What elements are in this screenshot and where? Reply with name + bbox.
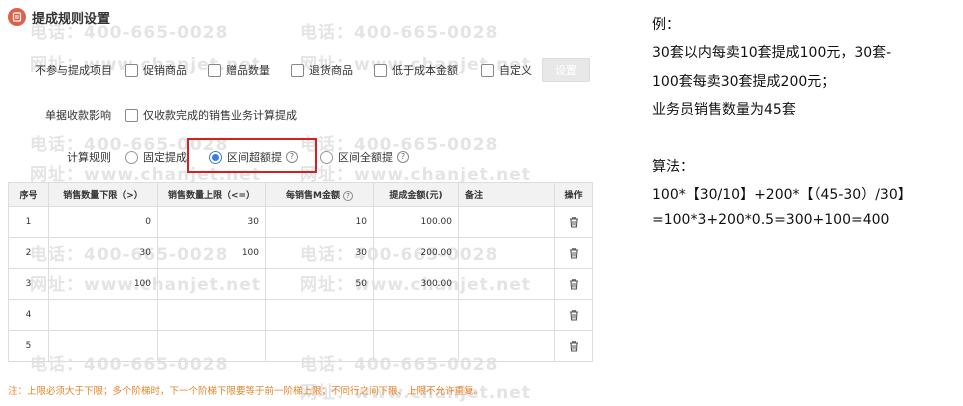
radio-fixed-commission[interactable]: 固定提成: [125, 149, 187, 165]
checkbox-label: 自定义: [499, 64, 532, 77]
cell-per-amount-input[interactable]: [265, 330, 374, 362]
cell-per-amount-input[interactable]: 50: [265, 268, 374, 300]
table-row: 3 100 50 300.00: [8, 268, 593, 300]
radio-button[interactable]: [125, 150, 138, 164]
example-panel: 例： 30套以内每卖10套提成100元，30套- 100套每卖30套提成200元…: [602, 0, 963, 406]
trash-icon[interactable]: [567, 339, 581, 353]
cell-remark-input[interactable]: [458, 299, 555, 331]
cell-remark-input[interactable]: [458, 206, 555, 238]
cell-upper-input[interactable]: [157, 268, 266, 300]
trash-icon[interactable]: [567, 277, 581, 291]
checkbox-label: 仅收款完成的销售业务计算提成: [143, 109, 297, 122]
col-header-lower: 销售数量下限（>）: [48, 182, 158, 207]
checkbox-box[interactable]: [125, 63, 138, 77]
cell-per-amount-input[interactable]: 10: [265, 206, 374, 238]
algorithm-heading: 算法：: [652, 159, 694, 175]
cell-seq: 1: [8, 206, 49, 238]
cell-seq: 3: [8, 268, 49, 300]
trash-icon[interactable]: [567, 246, 581, 260]
cell-upper-input[interactable]: [157, 299, 266, 331]
table-row: 2 30 100 30 200.00: [8, 237, 593, 269]
exclude-items-label: 不参与提成项目: [35, 64, 112, 77]
radio-label: 固定提成: [143, 151, 187, 164]
trash-icon[interactable]: [567, 308, 581, 322]
help-icon[interactable]: ?: [342, 190, 353, 201]
checkbox-label: 低于成本金额: [392, 64, 458, 77]
table-row: 1 0 30 10 100.00: [8, 206, 593, 238]
checkbox-promo-goods[interactable]: 促销商品: [125, 62, 187, 78]
cell-lower-input[interactable]: 30: [48, 237, 158, 269]
checkbox-collected-only[interactable]: 仅收款完成的销售业务计算提成: [125, 107, 297, 123]
table-row: 4: [8, 299, 593, 331]
settings-button[interactable]: 设置: [542, 58, 590, 82]
cell-commission-input[interactable]: 100.00: [373, 206, 459, 238]
calc-rule-label: 计算规则: [67, 151, 111, 164]
highlight-annotation-box: [187, 138, 317, 173]
cell-commission-input[interactable]: 300.00: [373, 268, 459, 300]
col-header-action: 操作: [554, 182, 593, 207]
checkbox-label: 促销商品: [143, 64, 187, 77]
cell-action: [554, 299, 593, 331]
cell-lower-input[interactable]: 100: [48, 268, 158, 300]
cell-per-amount-input[interactable]: 30: [265, 237, 374, 269]
checkbox-return-goods[interactable]: 退货商品: [291, 62, 353, 78]
cell-action: [554, 237, 593, 269]
col-header-commission: 提成金额(元): [373, 182, 459, 207]
cell-remark-input[interactable]: [458, 268, 555, 300]
cell-upper-input[interactable]: [157, 330, 266, 362]
example-heading: 例：: [652, 17, 680, 33]
cell-lower-input[interactable]: [48, 330, 158, 362]
trash-icon[interactable]: [567, 215, 581, 229]
commission-tier-table: 序号 销售数量下限（>） 销售数量上限（<=） 每销售M金额? 提成金额(元) …: [8, 182, 593, 362]
example-text: 30套以内每卖10套提成100元，30套-: [652, 45, 892, 61]
checkbox-below-cost[interactable]: 低于成本金额: [374, 62, 458, 78]
col-header-per-amount: 每销售M金额?: [265, 182, 374, 207]
commission-rules-panel: 提成规则设置 不参与提成项目 促销商品 赠品数量 退货商品 低于成本金额 自定义…: [0, 0, 602, 406]
example-text: 业务员销售数量为45套: [652, 102, 796, 118]
collection-impact-label: 单据收款影响: [45, 109, 111, 122]
cell-action: [554, 268, 593, 300]
cell-remark-input[interactable]: [458, 237, 555, 269]
cell-upper-input[interactable]: 100: [157, 237, 266, 269]
checkbox-label: 退货商品: [309, 64, 353, 77]
cell-upper-input[interactable]: 30: [157, 206, 266, 238]
cell-per-amount-input[interactable]: [265, 299, 374, 331]
checkbox-gift-quantity[interactable]: 赠品数量: [208, 62, 270, 78]
checkbox-box[interactable]: [481, 63, 494, 77]
example-text: 100套每卖30套提成200元；: [652, 74, 836, 90]
panel-header: 提成规则设置: [8, 6, 110, 28]
radio-button[interactable]: [320, 150, 333, 164]
col-header-per-amount-label: 每销售M金额: [286, 191, 340, 201]
cell-action: [554, 206, 593, 238]
cell-action: [554, 330, 593, 362]
cell-lower-input[interactable]: [48, 299, 158, 331]
algorithm-result: =100*3+200*0.5=300+100=400: [652, 212, 890, 228]
col-header-upper: 销售数量上限（<=）: [157, 182, 266, 207]
col-header-seq: 序号: [8, 182, 49, 207]
algorithm-formula: 100*【30/10】+200*【（45-30）/30】: [652, 187, 912, 203]
radio-interval-full[interactable]: 区间全额提 ?: [320, 149, 409, 165]
cell-seq: 2: [8, 237, 49, 269]
cell-seq: 5: [8, 330, 49, 362]
table-row: 5: [8, 330, 593, 362]
checkbox-label: 赠品数量: [226, 64, 270, 77]
checkbox-box[interactable]: [291, 63, 304, 77]
page-title: 提成规则设置: [32, 11, 111, 27]
radio-label: 区间全额提: [338, 151, 393, 164]
checkbox-box[interactable]: [374, 63, 387, 77]
checkbox-box[interactable]: [125, 108, 138, 122]
cell-commission-input[interactable]: [373, 330, 459, 362]
cell-remark-input[interactable]: [458, 330, 555, 362]
cell-commission-input[interactable]: 200.00: [373, 237, 459, 269]
validation-note: 注：上限必须大于下限；多个阶梯时，下一个阶梯下限要等于前一阶梯上限；不同行之间下…: [8, 386, 484, 397]
cell-lower-input[interactable]: 0: [48, 206, 158, 238]
checkbox-custom[interactable]: 自定义: [481, 62, 532, 78]
col-header-remark: 备注: [458, 182, 555, 207]
checkbox-box[interactable]: [208, 63, 221, 77]
help-icon[interactable]: ?: [397, 151, 409, 163]
cell-seq: 4: [8, 299, 49, 331]
document-icon: [8, 8, 26, 26]
cell-commission-input[interactable]: [373, 299, 459, 331]
table-header-row: 序号 销售数量下限（>） 销售数量上限（<=） 每销售M金额? 提成金额(元) …: [8, 182, 593, 207]
